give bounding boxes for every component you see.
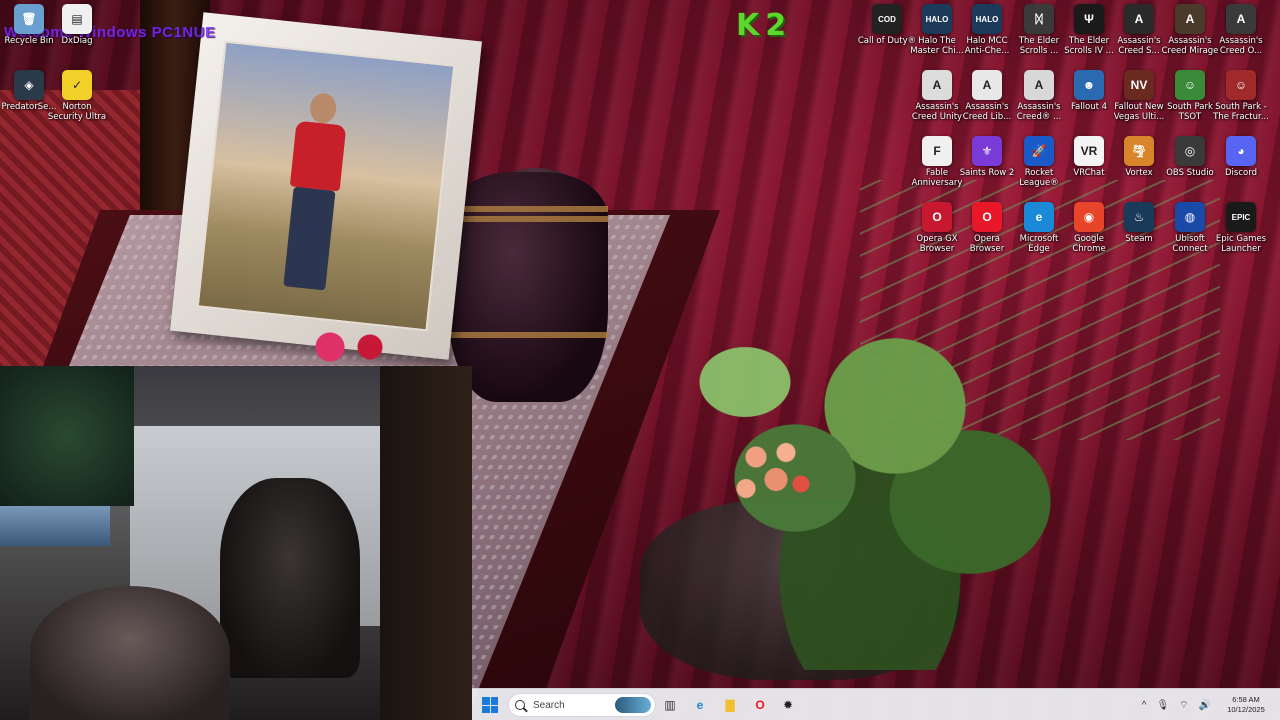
wifi-icon[interactable]: ⌔	[1179, 699, 1188, 712]
chrome-icon: ◉	[1074, 202, 1104, 232]
microphone-icon[interactable]: 🎙	[1156, 700, 1169, 711]
recycle-bin-icon: 🗑	[14, 4, 44, 34]
ac-3-icon: A	[1024, 70, 1054, 100]
desktop-icon-norton[interactable]: ✓ Norton Security Ultra	[48, 70, 106, 130]
discord-icon: ◕	[1226, 136, 1256, 166]
desktop-icon-ac-mirage[interactable]: A Assassin's Creed Mirage	[1162, 4, 1218, 64]
elder-scrolls-4-icon: Ψ	[1074, 4, 1104, 34]
taskbar-search[interactable]: Search	[508, 693, 656, 717]
desktop-icon-ubisoft[interactable]: ◍ Ubisoft Connect	[1163, 202, 1217, 262]
dxdiag-icon: ▤	[62, 4, 92, 34]
fallout-nv-icon: NV	[1124, 70, 1154, 100]
ac-o-icon: A	[1226, 4, 1256, 34]
ac-mirage-icon: A	[1175, 4, 1205, 34]
ac-s-icon: A	[1124, 4, 1154, 34]
obs-icon: ◎	[1175, 136, 1205, 166]
webcam-chair	[220, 478, 360, 678]
desktop-icon-ac-lib[interactable]: A Assassin's Creed Lib...	[960, 70, 1014, 130]
fable-icon: F	[922, 136, 952, 166]
desktop-icon-south-park-fractured[interactable]: ☺ South Park - The Fractur...	[1213, 70, 1269, 130]
desktop-icon-label: Epic Games Launcher	[1215, 234, 1267, 254]
halo-mcc-2-icon: HALO	[972, 4, 1002, 34]
vrchat-icon: VR	[1074, 136, 1104, 166]
desktop-icon-fable[interactable]: F Fable Anniversary	[910, 136, 964, 196]
desktop-icon-opera[interactable]: O Opera Browser	[960, 202, 1014, 262]
search-highlight-badge[interactable]	[615, 697, 651, 713]
webcam-overlay	[0, 366, 472, 720]
wallpaper-photo-frame	[170, 12, 482, 360]
desktop-icon-obs[interactable]: ◎ OBS Studio	[1163, 136, 1217, 196]
halo-mcc-1-icon: HALO	[922, 4, 952, 34]
taskbar-app-settings-icon[interactable]: ✹	[778, 695, 798, 715]
search-placeholder: Search	[533, 699, 565, 711]
fallout4-icon: ☻	[1074, 70, 1104, 100]
wallpaper-plant	[620, 190, 1120, 670]
webcam-person	[30, 586, 230, 720]
ac-lib-icon: A	[972, 70, 1002, 100]
desktop-icon-saints-row[interactable]: ⚜ Saints Row 2	[960, 136, 1014, 196]
edge-icon: e	[1024, 202, 1054, 232]
desktop-icon-ac-o[interactable]: A Assassin's Creed O...	[1214, 4, 1268, 64]
desktop-icon-discord[interactable]: ◕ Discord	[1214, 136, 1268, 196]
start-button[interactable]	[482, 697, 498, 713]
desktop-icon-label: Discord	[1225, 168, 1257, 178]
desktop-icon-steam[interactable]: ♨ Steam	[1112, 202, 1166, 262]
desktop-icon-epic[interactable]: EPIC Epic Games Launcher	[1214, 202, 1268, 262]
taskbar-edge-icon[interactable]: e	[690, 695, 710, 715]
desktop-icon-ac-s[interactable]: A Assassin's Creed S...	[1112, 4, 1166, 64]
volume-icon[interactable]: 🔊	[1199, 700, 1211, 711]
rocket-league-icon: 🚀	[1024, 136, 1054, 166]
elder-scrolls-5-icon: ᛞ	[1024, 4, 1054, 34]
desktop-icon-fallout-nv[interactable]: NV Fallout New Vegas Ulti...	[1112, 70, 1166, 130]
ubisoft-icon: ◍	[1175, 202, 1205, 232]
desktop-icon-label: South Park - The Fractur...	[1213, 102, 1269, 122]
wallpaper-flowers	[726, 430, 826, 520]
desktop-icon-ac-3[interactable]: A Assassin's Creed® ...	[1012, 70, 1066, 130]
clock-date: 10/12/2025	[1227, 705, 1265, 714]
desktop-icon-label: Norton Security Ultra	[47, 102, 107, 122]
steam-icon: ♨	[1124, 202, 1154, 232]
taskbar-file-explorer-icon[interactable]: ▇	[720, 695, 740, 715]
epic-icon: EPIC	[1226, 202, 1256, 232]
search-icon	[515, 700, 525, 710]
webcam-tapestry	[0, 366, 134, 506]
south-park-tsot-icon: ☺	[1175, 70, 1205, 100]
taskbar-clock[interactable]: 6:58 AM 10/12/2025	[1220, 695, 1272, 715]
desktop-icon-south-park-tsot[interactable]: ☺ South Park TSOT	[1163, 70, 1217, 130]
desktop-icon-vrchat[interactable]: VR VRChat	[1062, 136, 1116, 196]
tray-chevron-icon[interactable]: ^	[1142, 700, 1147, 711]
taskbar: Search ▥ e ▇ O ✹ ^ 🎙 ⌔ 🔊 6:58 AM 10/12/2025	[472, 688, 1280, 720]
desktop-icon-halo-mcc-2[interactable]: HALO Halo MCC Anti-Che...	[960, 4, 1014, 64]
predatorsense-icon: ◈	[14, 70, 44, 100]
south-park-fractured-icon: ☺	[1226, 70, 1256, 100]
desktop-icon-vortex[interactable]: 🌪 Vortex	[1112, 136, 1166, 196]
saints-row-icon: ⚜	[972, 136, 1002, 166]
wallpaper-urn	[448, 172, 608, 402]
desktop-icon-label: Assassin's Creed O...	[1219, 36, 1263, 56]
desktop-icon-label: DxDiag	[61, 36, 93, 46]
clock-time: 6:58 AM	[1232, 695, 1260, 704]
desktop-icon-recycle-bin[interactable]: 🗑 Recycle Bin	[2, 4, 56, 64]
vortex-icon: 🌪	[1124, 136, 1154, 166]
desktop-icon-rocket-league[interactable]: 🚀 Rocket League®	[1012, 136, 1066, 196]
k2-logo: K2	[736, 8, 793, 43]
taskbar-opera-icon[interactable]: O	[750, 695, 770, 715]
norton-icon: ✓	[62, 70, 92, 100]
desktop-icon-dxdiag[interactable]: ▤ DxDiag	[50, 4, 104, 64]
opera-gx-icon: O	[922, 202, 952, 232]
framed-photo	[196, 40, 456, 332]
desktop-icon-chrome[interactable]: ◉ Google Chrome	[1062, 202, 1116, 262]
wallpaper-roses	[300, 330, 400, 364]
opera-icon: O	[972, 202, 1002, 232]
taskbar-task-view-icon[interactable]: ▥	[660, 695, 680, 715]
call-of-duty-icon: COD	[872, 4, 902, 34]
system-tray: ^ 🎙 ⌔ 🔊 6:58 AM 10/12/2025	[1137, 689, 1280, 720]
ac-unity-icon: A	[922, 70, 952, 100]
